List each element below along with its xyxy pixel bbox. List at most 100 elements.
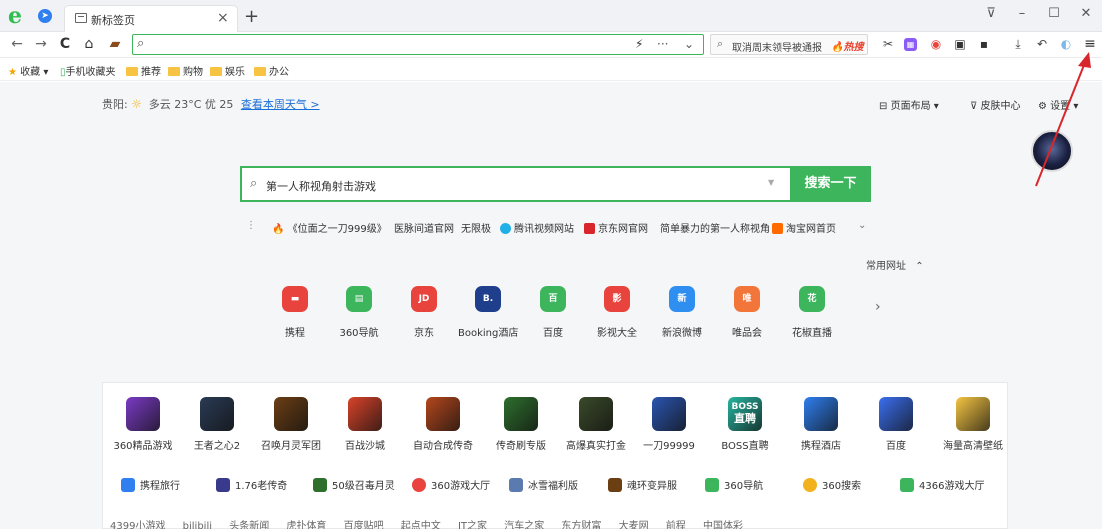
dropdown-icon[interactable]: ⌄ — [684, 37, 694, 51]
jd-icon — [584, 223, 595, 234]
site-tile[interactable]: 百百度 — [523, 286, 583, 339]
hotword-item[interactable]: 医脉间道官网 — [394, 220, 454, 235]
download-icon[interactable]: ⤓ — [1010, 36, 1026, 52]
site-tile[interactable]: B. Booking酒店 — [458, 286, 518, 339]
gamepad-icon[interactable]: ◉ — [928, 36, 944, 52]
bottom-link[interactable]: 4399小游戏 — [110, 521, 165, 529]
skin-center-button[interactable]: ⊽ 皮肤中心 — [970, 97, 1021, 112]
site-tile[interactable]: 影影视大全 — [587, 286, 647, 339]
game-tile[interactable]: 百度 — [856, 397, 936, 452]
bottom-link[interactable]: 虎扑体育 — [286, 521, 326, 529]
frequent-sites-toggle[interactable]: 常用网址 ⌃ — [866, 257, 924, 272]
folder-icon — [126, 67, 138, 76]
game-tile[interactable]: 百战沙城 — [325, 397, 405, 452]
bookmark-mobile[interactable]: ▯手机收藏夹 — [60, 63, 116, 78]
site-tile[interactable]: 新新浪微博 — [652, 286, 712, 339]
hotword-item[interactable]: 京东网官网 — [584, 220, 648, 235]
bottom-link[interactable]: 汽车之家 — [504, 521, 544, 529]
game-tile[interactable]: 海量高清壁纸 — [933, 397, 1013, 452]
game-tile[interactable]: 王者之心2 — [177, 397, 257, 452]
menu-icon[interactable]: ≡ — [1082, 36, 1098, 52]
window-icon[interactable]: ▣ — [952, 36, 968, 52]
apps-icon[interactable]: ▪ — [976, 36, 992, 52]
settings-button[interactable]: ⚙ 设置 ▾ — [1038, 97, 1078, 112]
hotword-expand-icon[interactable]: ⌄ — [858, 220, 866, 231]
game-tile[interactable]: 传奇刷专版 — [481, 397, 561, 452]
hot-search-label[interactable]: 🔥热搜 — [831, 38, 863, 53]
bottom-link[interactable]: 大麦网 — [619, 521, 649, 529]
game-tile[interactable]: 召唤月灵军团 — [251, 397, 331, 452]
hotword-item[interactable]: 淘宝网首页 — [772, 220, 836, 235]
cloud-icon[interactable]: ◐ — [1058, 36, 1074, 52]
scissors-icon[interactable]: ✂ — [880, 36, 896, 52]
bookmark-office[interactable]: 办公 — [254, 63, 289, 78]
new-tab-icon[interactable]: + — [244, 6, 259, 27]
game-tile[interactable]: 携程酒店 — [781, 397, 861, 452]
send-icon[interactable]: ➤ — [38, 9, 52, 23]
app-grid-icon[interactable]: ▦ — [904, 38, 917, 51]
bookmark-recommend[interactable]: 推荐 — [126, 63, 161, 78]
game-tile[interactable]: 自动合成传奇 — [403, 397, 483, 452]
bottom-link[interactable]: 百度贴吧 — [344, 521, 384, 529]
hotword-item[interactable]: 简单暴力的第一人称视角 — [660, 220, 770, 235]
news-search-icon: ⌕ — [717, 37, 724, 50]
site-tile[interactable]: ▬ 携程 — [265, 286, 325, 339]
address-bar[interactable]: ⌕ ⚡ ··· ⌄ — [132, 34, 704, 55]
user-avatar[interactable] — [1031, 130, 1073, 172]
site-tile[interactable]: 唯唯品会 — [717, 286, 777, 339]
close-icon[interactable]: ✕ — [1072, 3, 1100, 25]
bottom-link[interactable]: 中国体彩 — [703, 521, 743, 529]
hot-news-text[interactable]: 取消周末领导被通报 — [732, 39, 822, 54]
search-input[interactable]: ⌕ 第一人称视角射击游戏 ▼ — [240, 166, 790, 202]
bottom-link[interactable]: bilibili — [183, 521, 212, 529]
weekly-weather-link[interactable]: 查看本周天气 > — [241, 98, 320, 111]
site-tile[interactable]: JD 京东 — [394, 286, 454, 339]
hotword-item[interactable]: 无限极 — [461, 220, 491, 235]
game-tile[interactable]: BOSS 直聘 BOSS直聘 — [705, 397, 785, 452]
game-tile[interactable]: 360精品游戏 — [103, 397, 183, 452]
bookmark-favorites[interactable]: ★ 收藏 ▾ — [8, 63, 48, 78]
more-icon[interactable]: ··· — [657, 37, 668, 51]
quick-link[interactable]: 魂环变异服 — [608, 477, 677, 492]
bottom-link[interactable]: 起点中文 — [401, 521, 441, 529]
tab-close-icon[interactable]: × — [217, 10, 229, 26]
browser-logo-icon[interactable]: e — [8, 5, 30, 27]
site-tile[interactable]: ▤ 360导航 — [329, 286, 389, 339]
bookmark-shopping[interactable]: 购物 — [168, 63, 203, 78]
maximize-icon[interactable]: ☐ — [1040, 3, 1068, 25]
tab-new-tab[interactable]: 新标签页 × — [64, 5, 238, 32]
search-dropdown-icon[interactable]: ▼ — [768, 178, 774, 187]
game-tile[interactable]: 高爆真实打金 — [556, 397, 636, 452]
undo-icon[interactable]: ↶ — [1034, 36, 1050, 52]
quick-link[interactable]: 1.76老传奇 — [216, 477, 287, 492]
hot-news-box[interactable]: ⌕ 取消周末领导被通报 🔥热搜 — [710, 34, 868, 55]
site-tile[interactable]: 花花椒直播 — [782, 286, 842, 339]
hotword-item[interactable]: 腾讯视频网站 — [500, 220, 574, 235]
page-layout-button[interactable]: ⊟ 页面布局 ▾ — [879, 97, 939, 112]
back-icon[interactable]: ← — [8, 35, 26, 53]
lightning-icon[interactable]: ⚡ — [635, 37, 643, 51]
minimize-icon[interactable]: – — [1008, 3, 1036, 25]
quick-link[interactable]: 携程旅行 — [121, 477, 180, 492]
hotword-item[interactable]: 🔥 《位面之一刀999级》 — [272, 220, 387, 235]
quick-link[interactable]: 360游戏大厅 — [412, 477, 490, 492]
quick-link[interactable]: 360搜索 — [803, 477, 861, 492]
briefcase-icon[interactable]: ▰ — [106, 35, 124, 53]
shirt-icon[interactable]: ⊽ — [977, 3, 1005, 25]
bottom-link[interactable]: 前程 — [666, 521, 686, 529]
game-tile[interactable]: 一刀99999 — [629, 397, 709, 452]
quick-link[interactable]: 360导航 — [705, 477, 763, 492]
home-icon[interactable]: ⌂ — [80, 35, 98, 53]
bottom-link[interactable]: 头条新闻 — [229, 521, 269, 529]
quick-link[interactable]: 冰雪福利版 — [509, 477, 578, 492]
forward-icon[interactable]: → — [32, 35, 50, 53]
hotword-more-icon[interactable]: ⋮ — [246, 220, 256, 231]
bookmark-entertainment[interactable]: 娱乐 — [210, 63, 245, 78]
refresh-icon[interactable]: C — [56, 35, 74, 53]
quick-link[interactable]: 4366游戏大厅 — [900, 477, 984, 492]
chevron-right-icon[interactable]: › — [875, 299, 881, 315]
bottom-link[interactable]: IT之家 — [458, 521, 487, 529]
quick-link[interactable]: 50级召毒月灵 — [313, 477, 395, 492]
search-button[interactable]: 搜索一下 — [790, 166, 871, 202]
bottom-link[interactable]: 东方财富 — [561, 521, 601, 529]
